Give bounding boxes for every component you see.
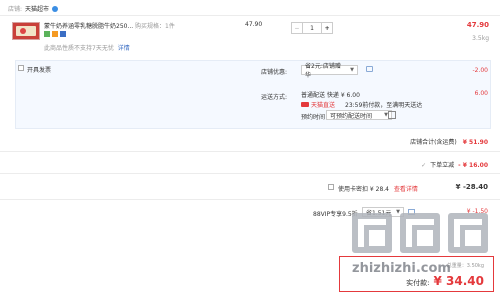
promo-selected-value: 省2元:店铺赠华 xyxy=(305,63,341,79)
unit-price: 47.90 xyxy=(245,21,263,28)
delivery-option[interactable]: 普通配送 快递 ¥ 6.00 xyxy=(301,90,360,99)
quantity-stepper[interactable]: − 1 + xyxy=(291,22,333,34)
chevron-down-icon: ▼ xyxy=(350,67,354,73)
coupon-text: 使用卡密扣 ¥ 28.4 查看详情 xyxy=(338,186,418,193)
discount-label: 下单立减 xyxy=(430,162,455,169)
detail-link[interactable]: 详情 xyxy=(118,45,130,52)
delivery-amount: 6.00 xyxy=(474,90,488,97)
product-badges xyxy=(44,31,66,37)
tmall-cat-icon xyxy=(301,102,309,107)
badge-orange-icon xyxy=(52,31,58,37)
promo-select[interactable]: 省2元:店铺赠华 ▼ xyxy=(301,63,358,79)
wangwang-chat-icon[interactable] xyxy=(52,5,59,12)
payment-label: 实付款: xyxy=(406,279,430,287)
coupon-detail-link[interactable]: 查看详情 xyxy=(394,186,418,193)
product-subtotal: 47.90 xyxy=(466,21,489,29)
delivery-eta: 23:59前付款，至满明天送达 xyxy=(345,102,423,109)
badge-green-icon xyxy=(44,31,50,37)
payment-value: ¥ 34.40 xyxy=(433,274,484,288)
comment-icon[interactable] xyxy=(366,66,373,72)
appointment-time-select[interactable]: 可预约配送时间 ▼ xyxy=(326,110,392,120)
store-label: 店铺: xyxy=(8,6,23,13)
discount-value: - ¥ 16.00 xyxy=(458,162,488,169)
product-title[interactable]: 蒙牛奶养涵零乳糖脱脂牛奶250... xyxy=(44,21,133,30)
store-total-label: 店铺合计(含运费) xyxy=(410,139,457,146)
calendar-icon[interactable] xyxy=(388,111,396,119)
vip-label: 88VIP专享9.5折 xyxy=(313,211,358,218)
order-options-panel xyxy=(15,60,491,129)
tmall-direct-row: 天猫直送 23:59前付款，至满明天送达 xyxy=(301,100,422,109)
invoice-label[interactable]: 开具发票 xyxy=(27,65,51,74)
appointment-time-label: 预约时间 xyxy=(301,114,326,121)
product-spec: 购买规格：1件 xyxy=(135,23,175,30)
product-weight: 3.5kg xyxy=(472,35,489,42)
product-thumbnail[interactable] xyxy=(12,22,40,40)
invoice-checkbox[interactable] xyxy=(18,65,24,71)
total-weight: 总重量：3.50kg xyxy=(446,263,484,269)
coupon-checkbox[interactable] xyxy=(328,184,334,190)
quantity-plus-button[interactable]: + xyxy=(321,23,332,33)
store-total-value: ¥ 51.90 xyxy=(462,139,488,146)
store-name[interactable]: 天猫超市 xyxy=(25,4,49,13)
check-icon: ✓ xyxy=(421,162,427,169)
promo-label: 店铺优惠: xyxy=(261,69,288,76)
coupon-value: ¥ -28.40 xyxy=(455,183,488,191)
badge-blue-icon xyxy=(60,31,66,37)
payment-row: 实付款: ¥ 34.40 xyxy=(406,274,484,288)
no-return-note: 此商品性质不支持7天无忧 详情 xyxy=(44,45,130,52)
quantity-value[interactable]: 1 xyxy=(303,23,322,33)
promo-amount: -2.00 xyxy=(472,67,488,74)
store-total: 店铺合计(含运费) ¥ 51.90 xyxy=(410,137,488,146)
tmall-direct-tag: 天猫直送 xyxy=(311,102,336,109)
store-header: 店铺: 天猫超市 xyxy=(8,4,59,13)
discount-row: ✓ 下单立减 - ¥ 16.00 xyxy=(421,160,488,169)
quantity-minus-button[interactable]: − xyxy=(292,23,303,33)
appointment-time-value: 可预约配送时间 xyxy=(330,112,373,120)
delivery-label: 运送方式: xyxy=(261,94,288,101)
